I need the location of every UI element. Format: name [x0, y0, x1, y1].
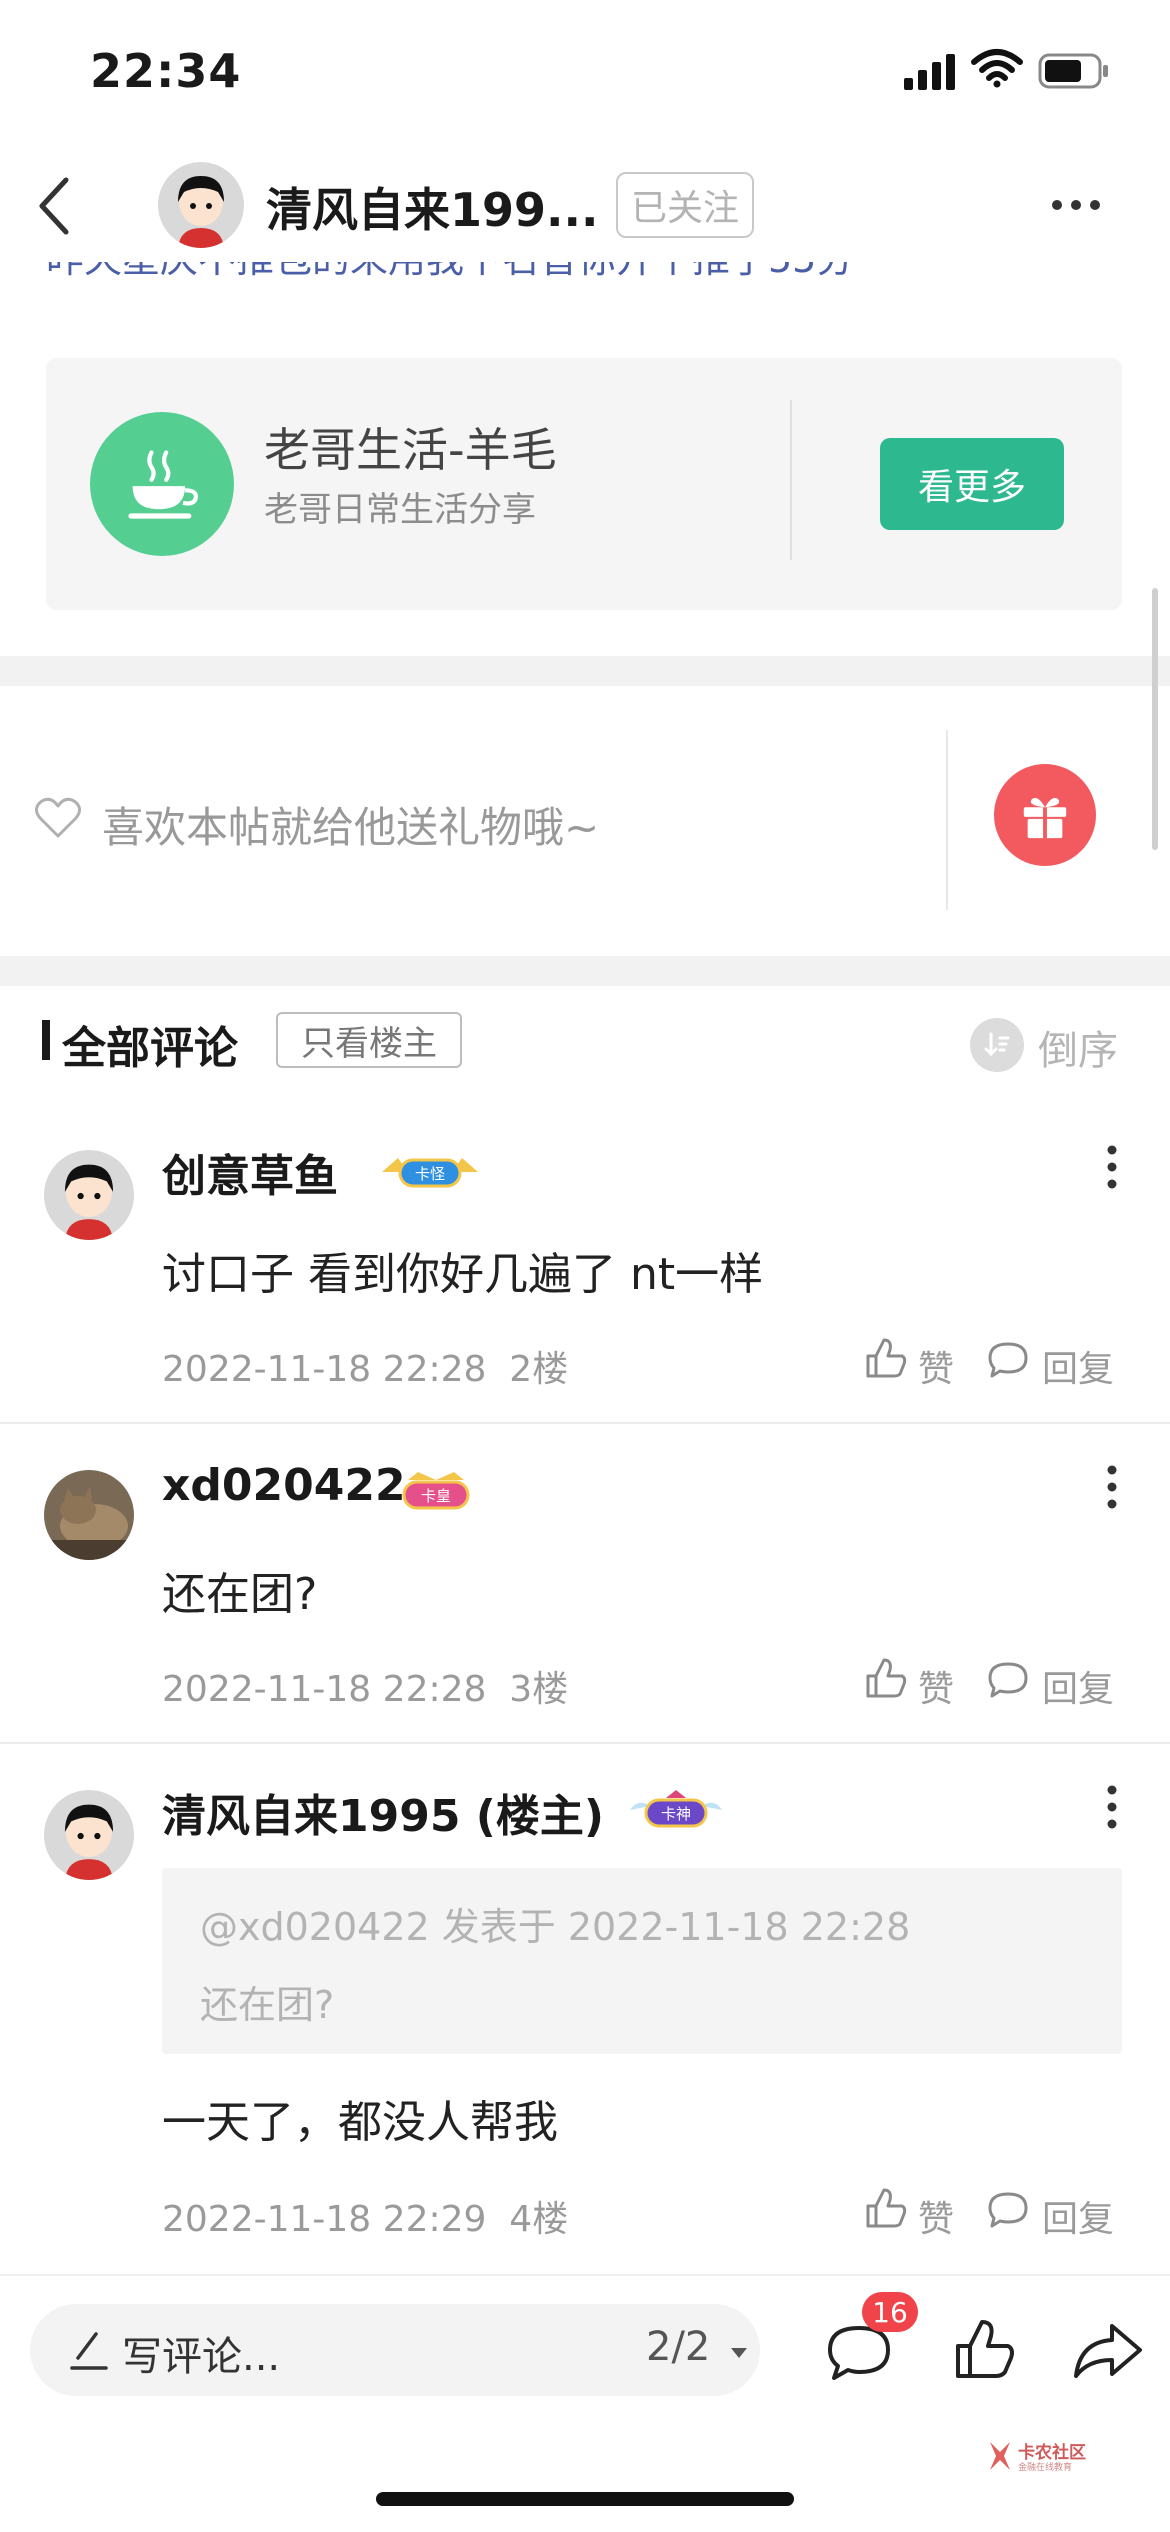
quote-text: 还在团? — [200, 1983, 335, 2027]
input-placeholder: 写评论... — [122, 2334, 281, 2380]
heart-icon[interactable] — [34, 796, 82, 840]
svg-text:卡怪: 卡怪 — [415, 1165, 445, 1183]
battery-icon — [1038, 53, 1108, 89]
commenter-avatar[interactable] — [44, 1150, 134, 1240]
cellular-signal-icon — [904, 54, 955, 90]
comment-text: 还在团? — [162, 1569, 318, 1620]
quoted-comment[interactable]: @xd020422 发表于 2022-11-18 22:28 还在团? — [162, 1868, 1122, 2054]
see-more-button[interactable]: 看更多 — [880, 438, 1064, 530]
commenter-avatar[interactable] — [44, 1470, 134, 1560]
channel-description: 老哥日常生活分享 — [264, 490, 536, 530]
comment-divider — [0, 1742, 1170, 1744]
comment-floor: 3楼 — [509, 1669, 569, 1710]
comment-time: 2022-11-18 22:28 — [162, 1669, 487, 1710]
scroll-indicator[interactable] — [1152, 588, 1158, 850]
home-indicator[interactable] — [376, 2492, 794, 2506]
back-arrow-icon[interactable] — [32, 172, 76, 240]
author-avatar[interactable] — [158, 162, 244, 248]
watermark-subtitle: 金融在线教育 — [1018, 2463, 1073, 2473]
comment-time: 2022-11-18 22:28 — [162, 1349, 487, 1390]
svg-text:卡皇: 卡皇 — [421, 1487, 451, 1505]
reply-label[interactable]: 回复 — [1042, 2190, 1114, 2242]
wifi-icon — [971, 49, 1023, 88]
like-label[interactable]: 赞 — [918, 1660, 954, 1712]
comment-time: 2022-11-18 22:29 — [162, 2199, 487, 2240]
commenter-name[interactable]: 创意草鱼 — [162, 1140, 338, 1204]
reply-bubble-icon[interactable] — [986, 1340, 1030, 1380]
reply-bubble-icon[interactable] — [986, 2190, 1030, 2230]
pen-icon — [70, 2332, 108, 2370]
commenter-name[interactable]: 清风自来1995 (楼主) — [162, 1780, 604, 1844]
commenter-avatar[interactable] — [44, 1790, 134, 1880]
comment-more-icon[interactable] — [1106, 1144, 1118, 1190]
watermark-logo-icon — [990, 2442, 1010, 2470]
comments-icon[interactable] — [826, 2324, 892, 2384]
comment-text: 讨口子 看到你好几遍了 nt一样 — [162, 1249, 764, 1300]
status-time: 22:34 — [90, 44, 242, 98]
comment-meta: 2022-11-18 22:28 3楼 — [162, 1660, 568, 1712]
bottom-action-bar: 写评论... 2/2 16 卡农社区 金融在线教育 — [0, 2274, 1170, 2532]
post-header: 清风自来199... 已关注 — [0, 150, 1170, 262]
level-badge-icon: 卡神 — [630, 1790, 722, 1828]
like-label[interactable]: 赞 — [918, 2190, 954, 2242]
level-badge-icon: 卡皇 — [402, 1472, 470, 1510]
gift-icon — [1023, 797, 1067, 839]
share-arrow-icon[interactable] — [1072, 2320, 1144, 2380]
comment-input[interactable]: 写评论... 2/2 — [30, 2304, 760, 2396]
page-indicator: 2/2 — [646, 2324, 711, 2370]
channel-name: 老哥生活-羊毛 — [264, 423, 557, 477]
thumbs-up-icon[interactable] — [864, 1336, 908, 1380]
comment-divider — [0, 1422, 1170, 1424]
comment-floor: 4楼 — [509, 2199, 569, 2240]
comment-more-icon[interactable] — [1106, 1784, 1118, 1830]
follow-button[interactable]: 已关注 — [616, 172, 754, 238]
comment-more-icon[interactable] — [1106, 1464, 1118, 1510]
gift-prompt[interactable]: 喜欢本帖就给他送礼物哦~ — [102, 794, 599, 855]
comment-floor: 2楼 — [509, 1349, 569, 1390]
channel-divider — [790, 400, 792, 560]
thumbs-up-icon[interactable] — [952, 2316, 1018, 2382]
sort-icon[interactable] — [970, 1018, 1024, 1072]
comment-count-badge: 16 — [862, 2292, 918, 2332]
level-badge-icon: 卡怪 — [382, 1158, 478, 1188]
reply-label[interactable]: 回复 — [1042, 1660, 1114, 1712]
more-options-icon[interactable] — [1050, 198, 1102, 212]
comment-text: 一天了，都没人帮我 — [162, 2097, 558, 2148]
gift-button[interactable] — [994, 764, 1096, 866]
author-name[interactable]: 清风自来199... — [266, 174, 598, 240]
thumbs-up-icon[interactable] — [864, 1656, 908, 1700]
comment-meta: 2022-11-18 22:29 4楼 — [162, 2190, 568, 2242]
op-only-button[interactable]: 只看楼主 — [276, 1012, 462, 1068]
thumbs-up-icon[interactable] — [864, 2186, 908, 2230]
coffee-cup-icon — [90, 412, 234, 556]
comments-title: 全部评论 — [62, 1023, 238, 1074]
caret-down-icon — [731, 2348, 748, 2358]
reply-label[interactable]: 回复 — [1042, 1340, 1114, 1392]
watermark: 卡农社区 金融在线教育 — [986, 2438, 1106, 2480]
svg-text:卡神: 卡神 — [661, 1805, 691, 1823]
gift-divider — [946, 730, 948, 910]
section-divider — [0, 656, 1170, 686]
channel-card[interactable]: 老哥生活-羊毛 老哥日常生活分享 看更多 — [46, 358, 1122, 610]
commenter-name[interactable]: xd020422 — [162, 1460, 406, 1511]
quote-meta: @xd020422 发表于 2022-11-18 22:28 — [200, 1905, 911, 1949]
section-divider — [0, 956, 1170, 986]
like-label[interactable]: 赞 — [918, 1340, 954, 1392]
status-bar: 22:34 — [0, 0, 1170, 150]
reply-bubble-icon[interactable] — [986, 1660, 1030, 1700]
sort-label[interactable]: 倒序 — [1038, 1018, 1118, 1076]
comment-meta: 2022-11-18 22:28 2楼 — [162, 1340, 568, 1392]
page-select[interactable]: 2/2 — [646, 2324, 749, 2370]
comments-title-bar — [42, 1020, 50, 1060]
